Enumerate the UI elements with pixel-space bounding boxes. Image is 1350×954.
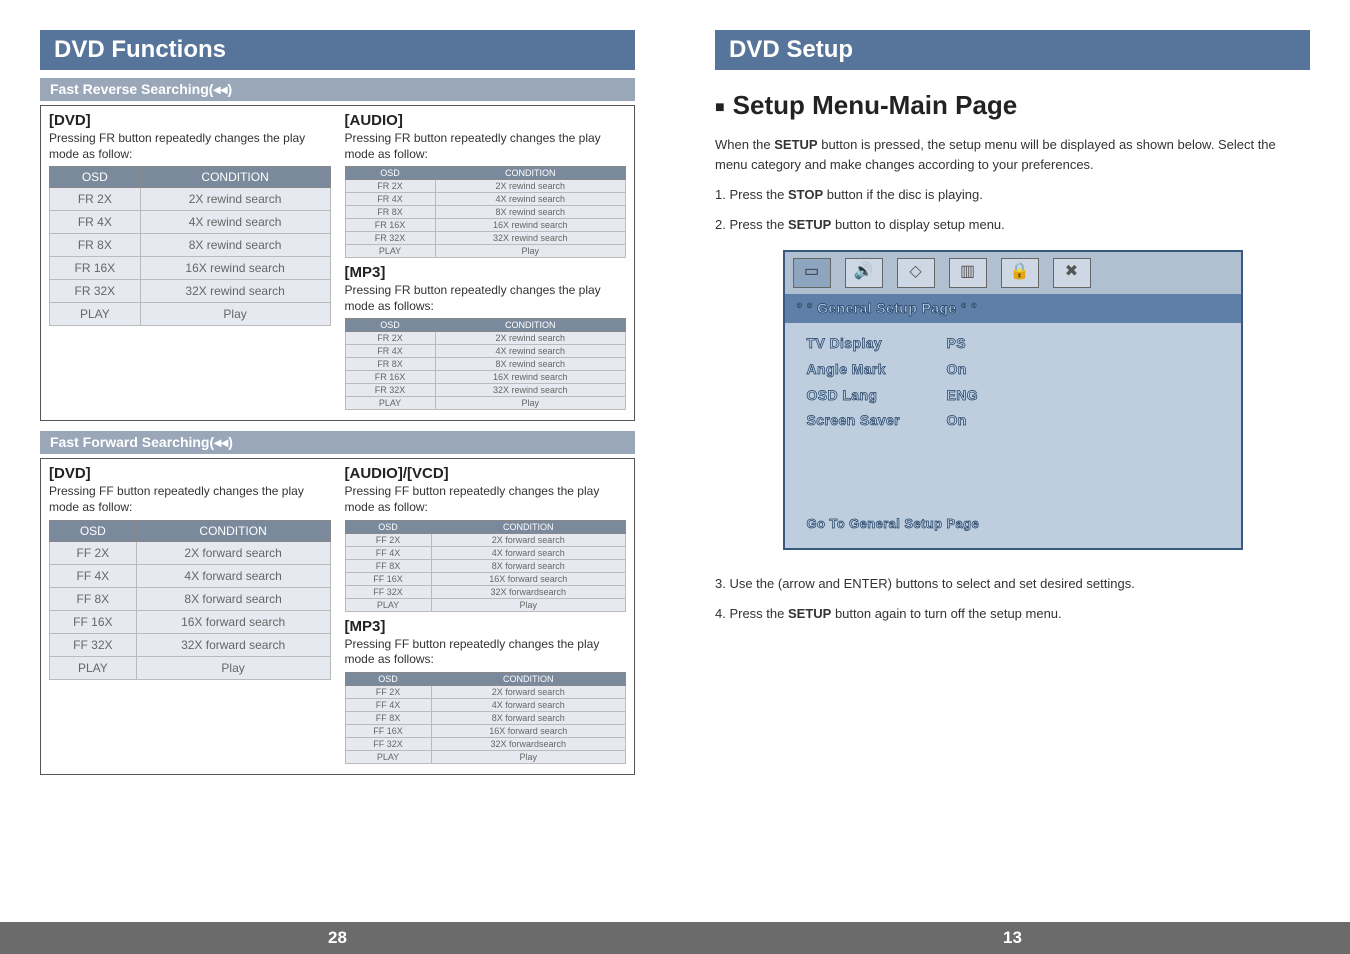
step-2: 2. Press the SETUP button to display set… — [715, 215, 1310, 235]
table-row: FR 4X4X rewind search — [345, 193, 626, 206]
table-row: PLAYPlay — [50, 303, 331, 326]
fr-audio-table: OSDCONDITION FR 2X2X rewind search FR 4X… — [345, 166, 627, 258]
table-row: FF 2X2X forward search — [50, 541, 331, 564]
fr-dvd-table: OSDCONDITION FR 2X2X rewind search FR 4X… — [49, 166, 331, 326]
ff-audio-desc: Pressing FF button repeatedly changes th… — [345, 484, 627, 515]
table-row: FF 16X16X forward search — [345, 724, 626, 737]
table-row: FF 8X8X forward search — [345, 711, 626, 724]
table-row: FF 4X4X forward search — [50, 564, 331, 587]
table-row: FR 32X32X rewind search — [50, 280, 331, 303]
table-row: FF 16X16X forward search — [345, 572, 626, 585]
page-right: DVD Setup Setup Menu-Main Page When the … — [675, 0, 1350, 954]
table-row: FF 2X2X forward search — [345, 533, 626, 546]
step-3: 3. Use the (arrow and ENTER) buttons to … — [715, 574, 1310, 594]
table-row: FR 16X16X rewind search — [345, 219, 626, 232]
th-osd: OSD — [50, 167, 141, 188]
table-row: FR 8X8X rewind search — [345, 358, 626, 371]
ff-right-col: [AUDIO]/[VCD] Pressing FF button repeate… — [345, 465, 627, 763]
fr-mp3-desc: Pressing FR button repeatedly changes th… — [345, 283, 627, 314]
table-row: FF 32X32X forwardsearch — [345, 585, 626, 598]
fr-right-col: [AUDIO] Pressing FR button repeatedly ch… — [345, 112, 627, 410]
fr-dvd-title: [DVD] — [49, 112, 331, 129]
table-row: FR 4X4X rewind search — [50, 211, 331, 234]
table-row: FF 32X32X forward search — [50, 633, 331, 656]
table-row: FR 8X8X rewind search — [345, 206, 626, 219]
ff-section: [DVD] Pressing FF button repeatedly chan… — [40, 458, 635, 774]
table-row: FR 16X16X rewind search — [345, 371, 626, 384]
ff-dvd-col: [DVD] Pressing FF button repeatedly chan… — [49, 465, 331, 763]
table-row: PLAYPlay — [345, 397, 626, 410]
setup-tab-row: ▭ 🔊 ◇ ▥ 🔒 ✖ — [785, 252, 1241, 294]
fr-section-bar: Fast Reverse Searching(◂◂) — [40, 78, 635, 101]
fr-mp3-table: OSDCONDITION FR 2X2X rewind search FR 4X… — [345, 318, 627, 410]
table-row: FR 4X4X rewind search — [345, 345, 626, 358]
tab-video-icon: ▥ — [949, 258, 987, 288]
table-row: FR 2X2X rewind search — [345, 332, 626, 345]
ff-mp3-table: OSDCONDITION FF 2X2X forward search FF 4… — [345, 672, 627, 764]
table-row: FR 8X8X rewind search — [50, 234, 331, 257]
tab-exit-icon: ✖ — [1053, 258, 1091, 288]
page-number-right: 13 — [675, 922, 1350, 954]
ff-mp3-desc: Pressing FF button repeatedly changes th… — [345, 637, 627, 668]
fr-section: [DVD] Pressing FR button repeatedly chan… — [40, 105, 635, 421]
setup-menu-screenshot: ▭ 🔊 ◇ ▥ 🔒 ✖ ° ° General Setup Page ° ° T… — [783, 250, 1243, 551]
table-row: FF 8X8X forward search — [345, 559, 626, 572]
ff-audio-title: [AUDIO]/[VCD] — [345, 465, 627, 482]
ff-dvd-table: OSDCONDITION FF 2X2X forward search FF 4… — [49, 520, 331, 680]
table-row: FR 16X16X rewind search — [50, 257, 331, 280]
table-row: PLAYPlay — [345, 598, 626, 611]
step-1: 1. Press the STOP button if the disc is … — [715, 185, 1310, 205]
table-row: PLAYPlay — [50, 656, 331, 679]
table-row: FR 2X2X rewind search — [50, 188, 331, 211]
table-row: FR 32X32X rewind search — [345, 384, 626, 397]
table-row: FR 32X32X rewind search — [345, 232, 626, 245]
ff-mp3-title: [MP3] — [345, 618, 627, 635]
tab-general-icon: ▭ — [793, 258, 831, 288]
ff-section-bar: Fast Forward Searching(◂◂) — [40, 431, 635, 454]
fr-audio-desc: Pressing FR button repeatedly changes th… — [345, 131, 627, 162]
ff-dvd-desc: Pressing FF button repeatedly changes th… — [49, 484, 331, 515]
page-left: DVD Functions Fast Reverse Searching(◂◂)… — [0, 0, 675, 954]
table-row: FF 4X4X forward search — [345, 698, 626, 711]
fr-mp3-title: [MP3] — [345, 264, 627, 281]
chapter-title-left: DVD Functions — [40, 30, 635, 70]
table-row: FR 2X2X rewind search — [345, 180, 626, 193]
fr-dvd-col: [DVD] Pressing FR button repeatedly chan… — [49, 112, 331, 410]
tab-dolby-icon: ◇ — [897, 258, 935, 288]
table-row: FF 2X2X forward search — [345, 685, 626, 698]
table-row: FF 32X32X forwardsearch — [345, 737, 626, 750]
body: When the SETUP button is pressed, the se… — [715, 135, 1310, 624]
table-row: PLAYPlay — [345, 750, 626, 763]
setup-page-title: ° ° General Setup Page ° ° — [785, 294, 1241, 324]
tab-preference-icon: 🔒 — [1001, 258, 1039, 288]
ff-audio-table: OSDCONDITION FF 2X2X forward search FF 4… — [345, 520, 627, 612]
setup-footer-hint: Go To General Setup Page — [785, 506, 1241, 548]
table-row: PLAYPlay — [345, 245, 626, 258]
setup-row: Angle MarkOn — [807, 359, 1219, 381]
setup-row: OSD LangENG — [807, 385, 1219, 407]
chapter-title-right: DVD Setup — [715, 30, 1310, 70]
fr-dvd-desc: Pressing FR button repeatedly changes th… — [49, 131, 331, 162]
setup-row: Screen SaverOn — [807, 410, 1219, 432]
table-row: FF 8X8X forward search — [50, 587, 331, 610]
tab-audio-icon: 🔊 — [845, 258, 883, 288]
setup-options-list: TV DisplayPS Angle MarkOn OSD LangENG Sc… — [785, 323, 1241, 506]
section-heading: Setup Menu-Main Page — [715, 90, 1310, 121]
page-number-left: 28 — [0, 922, 675, 954]
step-4: 4. Press the SETUP button again to turn … — [715, 604, 1310, 624]
ff-dvd-title: [DVD] — [49, 465, 331, 482]
fr-audio-title: [AUDIO] — [345, 112, 627, 129]
table-row: FF 4X4X forward search — [345, 546, 626, 559]
table-row: FF 16X16X forward search — [50, 610, 331, 633]
intro-text: When the SETUP button is pressed, the se… — [715, 135, 1310, 175]
th-cond: CONDITION — [140, 167, 330, 188]
setup-row: TV DisplayPS — [807, 333, 1219, 355]
